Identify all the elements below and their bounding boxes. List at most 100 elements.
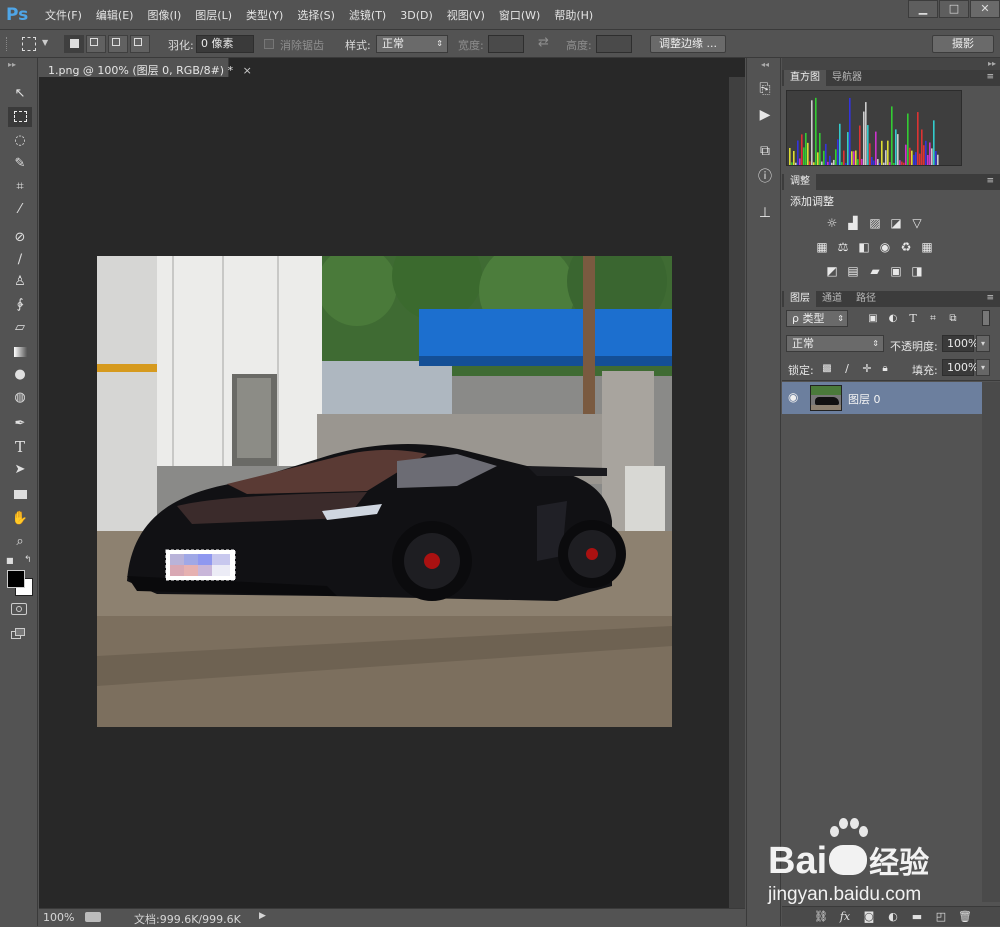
swap-icon[interactable]: ⇄ — [538, 35, 549, 50]
dodge-tool-icon[interactable]: ◍ — [8, 388, 32, 408]
color-lookup-icon[interactable]: ▦ — [920, 240, 934, 254]
adjustments-menu-icon[interactable]: ≡ — [986, 176, 994, 186]
default-colors-icon[interactable]: ■ — [6, 556, 14, 565]
new-layer-icon[interactable]: ◰ — [934, 910, 948, 924]
antialias-checkbox[interactable] — [264, 39, 274, 49]
link-layers-icon[interactable]: ⛓ — [814, 910, 828, 924]
filter-smart-object-icon[interactable]: ⧉ — [946, 312, 960, 326]
subtract-selection-icon[interactable] — [108, 35, 128, 53]
rect-marquee-preset-icon[interactable] — [22, 37, 36, 51]
filter-toggle[interactable] — [982, 310, 990, 326]
posterize-icon[interactable]: ▤ — [846, 264, 860, 278]
tab-navigator[interactable]: 导航器 — [826, 70, 868, 86]
lock-transparent-icon[interactable]: ▩ — [820, 362, 834, 376]
menu-3d[interactable]: 3D(D) — [393, 9, 440, 22]
exposure-icon[interactable]: ◪ — [889, 216, 903, 230]
menu-edit[interactable]: 编辑(E) — [89, 7, 141, 23]
quick-mask-icon[interactable] — [11, 603, 27, 615]
black-white-icon[interactable]: ◧ — [857, 240, 871, 254]
tab-adjustments[interactable]: 调整 — [784, 174, 816, 190]
properties-panel-icon[interactable]: ⊥ — [756, 204, 774, 222]
preset-dropdown-arrow-icon[interactable]: ▼ — [42, 38, 48, 47]
blend-mode-select[interactable]: 正常 ⇕ — [786, 335, 884, 352]
layer-kind-filter[interactable]: ρ 类型 ⇕ — [786, 310, 848, 327]
lasso-tool-icon[interactable]: ◌ — [8, 131, 32, 151]
menu-help[interactable]: 帮助(H) — [547, 7, 600, 23]
menu-select[interactable]: 选择(S) — [290, 7, 342, 23]
vibrance-icon[interactable]: ▽ — [910, 216, 924, 230]
eyedropper-tool-icon[interactable]: ⁄ — [8, 200, 32, 220]
layer-style-fx-icon[interactable]: fx — [838, 910, 852, 924]
lock-all-icon[interactable]: 🔒︎ — [878, 362, 892, 376]
move-tool-icon[interactable]: ↖ — [8, 84, 32, 104]
layer-row[interactable]: ◉ 图层 0 — [782, 382, 982, 414]
menu-image[interactable]: 图像(I) — [140, 7, 188, 23]
height-input[interactable] — [596, 35, 632, 53]
workspace-button[interactable]: 摄影 — [932, 35, 994, 53]
gradient-tool-icon[interactable] — [8, 342, 32, 362]
new-fill-adjustment-icon[interactable]: ◐ — [886, 910, 900, 924]
tab-paths[interactable]: 路径 — [850, 291, 882, 307]
history-brush-tool-icon[interactable]: ∳ — [8, 295, 32, 315]
image-canvas[interactable] — [97, 256, 672, 727]
tab-channels[interactable]: 通道 — [816, 291, 848, 307]
refine-edge-button[interactable]: 调整边缘 ... — [650, 35, 726, 53]
lock-image-icon[interactable]: ∕ — [840, 362, 854, 376]
gradient-map-icon[interactable]: ▣ — [889, 264, 903, 278]
layers-menu-icon[interactable]: ≡ — [986, 293, 994, 303]
new-selection-icon[interactable] — [64, 35, 84, 53]
delete-layer-icon[interactable]: 🗑︎ — [958, 910, 972, 924]
clone-stamp-tool-icon[interactable]: ♙ — [8, 272, 32, 292]
fill-dropdown-icon[interactable]: ▾ — [976, 359, 990, 376]
tab-layers[interactable]: 图层 — [784, 291, 816, 307]
eraser-tool-icon[interactable]: ▱ — [8, 318, 32, 338]
curves-icon[interactable]: ▨ — [868, 216, 882, 230]
histogram-menu-icon[interactable]: ≡ — [986, 72, 994, 82]
foreground-color-swatch[interactable] — [7, 570, 25, 588]
path-select-tool-icon[interactable]: ➤ — [8, 460, 32, 480]
menu-file[interactable]: 文件(F) — [38, 7, 89, 23]
menu-view[interactable]: 视图(V) — [440, 7, 492, 23]
new-group-icon[interactable]: ▬ — [910, 910, 924, 924]
rectangle-tool-icon[interactable] — [8, 484, 32, 504]
feather-input[interactable]: 0 像素 — [196, 35, 254, 53]
rect-marquee-tool-icon[interactable] — [8, 107, 32, 127]
menu-window[interactable]: 窗口(W) — [492, 7, 547, 23]
quick-select-tool-icon[interactable]: ✎ — [8, 154, 32, 174]
zoom-level[interactable]: 100% — [43, 911, 74, 924]
history-panel-icon[interactable]: ⎘ — [756, 80, 774, 98]
healing-brush-tool-icon[interactable]: ⊘ — [8, 228, 32, 248]
actions-panel-icon[interactable]: ▶ — [756, 106, 774, 124]
visibility-eye-icon[interactable]: ◉ — [788, 390, 798, 404]
tab-histogram[interactable]: 直方图 — [784, 70, 826, 86]
menu-layer[interactable]: 图层(L) — [188, 7, 239, 23]
selective-color-icon[interactable]: ◨ — [910, 264, 924, 278]
add-selection-icon[interactable] — [86, 35, 106, 53]
pen-tool-icon[interactable]: ✒ — [8, 414, 32, 434]
filter-pixel-icon[interactable]: ▣ — [866, 312, 880, 326]
tab-close-icon[interactable]: × — [243, 64, 252, 77]
hue-saturation-icon[interactable]: ▦ — [815, 240, 829, 254]
swap-colors-icon[interactable]: ↰ — [24, 555, 32, 565]
brightness-icon[interactable]: ☼ — [825, 216, 839, 230]
maximize-button[interactable]: □ — [939, 0, 969, 18]
filter-shape-icon[interactable]: ⌗ — [926, 312, 940, 326]
fill-input[interactable]: 100% — [942, 359, 978, 376]
brush-tool-icon[interactable]: ∕ — [8, 250, 32, 270]
hand-tool-icon[interactable]: ✋ — [8, 509, 32, 529]
opacity-dropdown-icon[interactable]: ▾ — [976, 335, 990, 352]
close-button[interactable]: ✕ — [970, 0, 1000, 18]
photo-filter-icon[interactable]: ◉ — [878, 240, 892, 254]
color-balance-icon[interactable]: ⚖ — [836, 240, 850, 254]
grip-handle[interactable] — [6, 37, 9, 51]
menu-type[interactable]: 类型(Y) — [239, 7, 290, 23]
filter-adjustment-icon[interactable]: ◐ — [886, 312, 900, 326]
status-menu-arrow-icon[interactable]: ▶ — [259, 911, 266, 921]
width-input[interactable] — [488, 35, 524, 53]
collapse-dock-icon[interactable]: ◂◂ — [761, 60, 769, 69]
style-select[interactable]: 正常 ⇕ — [376, 35, 448, 53]
blur-tool-icon[interactable]: ● — [8, 365, 32, 385]
menu-filter[interactable]: 滤镜(T) — [342, 7, 393, 23]
status-preview-icon[interactable] — [85, 912, 101, 922]
threshold-icon[interactable]: ▰ — [868, 264, 882, 278]
